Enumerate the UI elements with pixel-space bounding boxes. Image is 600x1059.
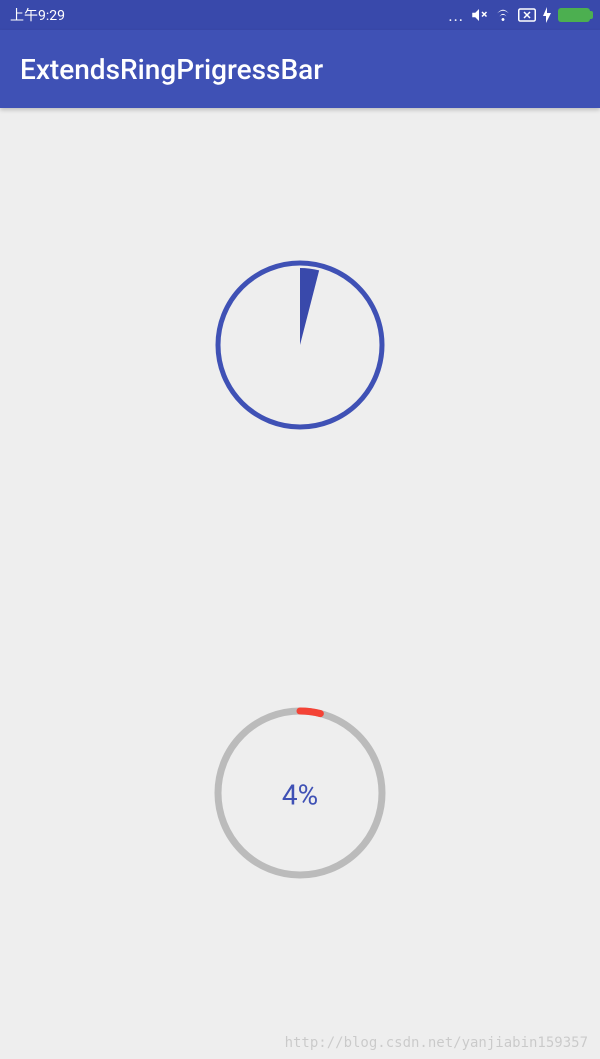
ellipsis-icon: ...	[448, 6, 464, 25]
mute-icon	[470, 6, 488, 24]
close-box-icon	[518, 8, 536, 22]
status-time: 上午9:29	[10, 5, 65, 25]
watermark-text: http://blog.csdn.net/yanjiabin159357	[285, 1035, 588, 1051]
ring-progress-text: 4%	[282, 779, 318, 812]
pie-progress-bar	[213, 258, 387, 436]
app-title: ExtendsRingPrigressBar	[20, 53, 323, 86]
status-icons: ...	[448, 6, 590, 25]
wifi-icon	[494, 6, 512, 24]
charging-icon	[542, 7, 552, 23]
content-area: 4%	[0, 108, 600, 1059]
status-bar: 上午9:29 ...	[0, 0, 600, 30]
ring-progress-bar: 4%	[211, 704, 389, 886]
app-bar: ExtendsRingPrigressBar	[0, 30, 600, 108]
time-text: 上午9:29	[10, 5, 65, 25]
battery-icon	[558, 8, 590, 22]
